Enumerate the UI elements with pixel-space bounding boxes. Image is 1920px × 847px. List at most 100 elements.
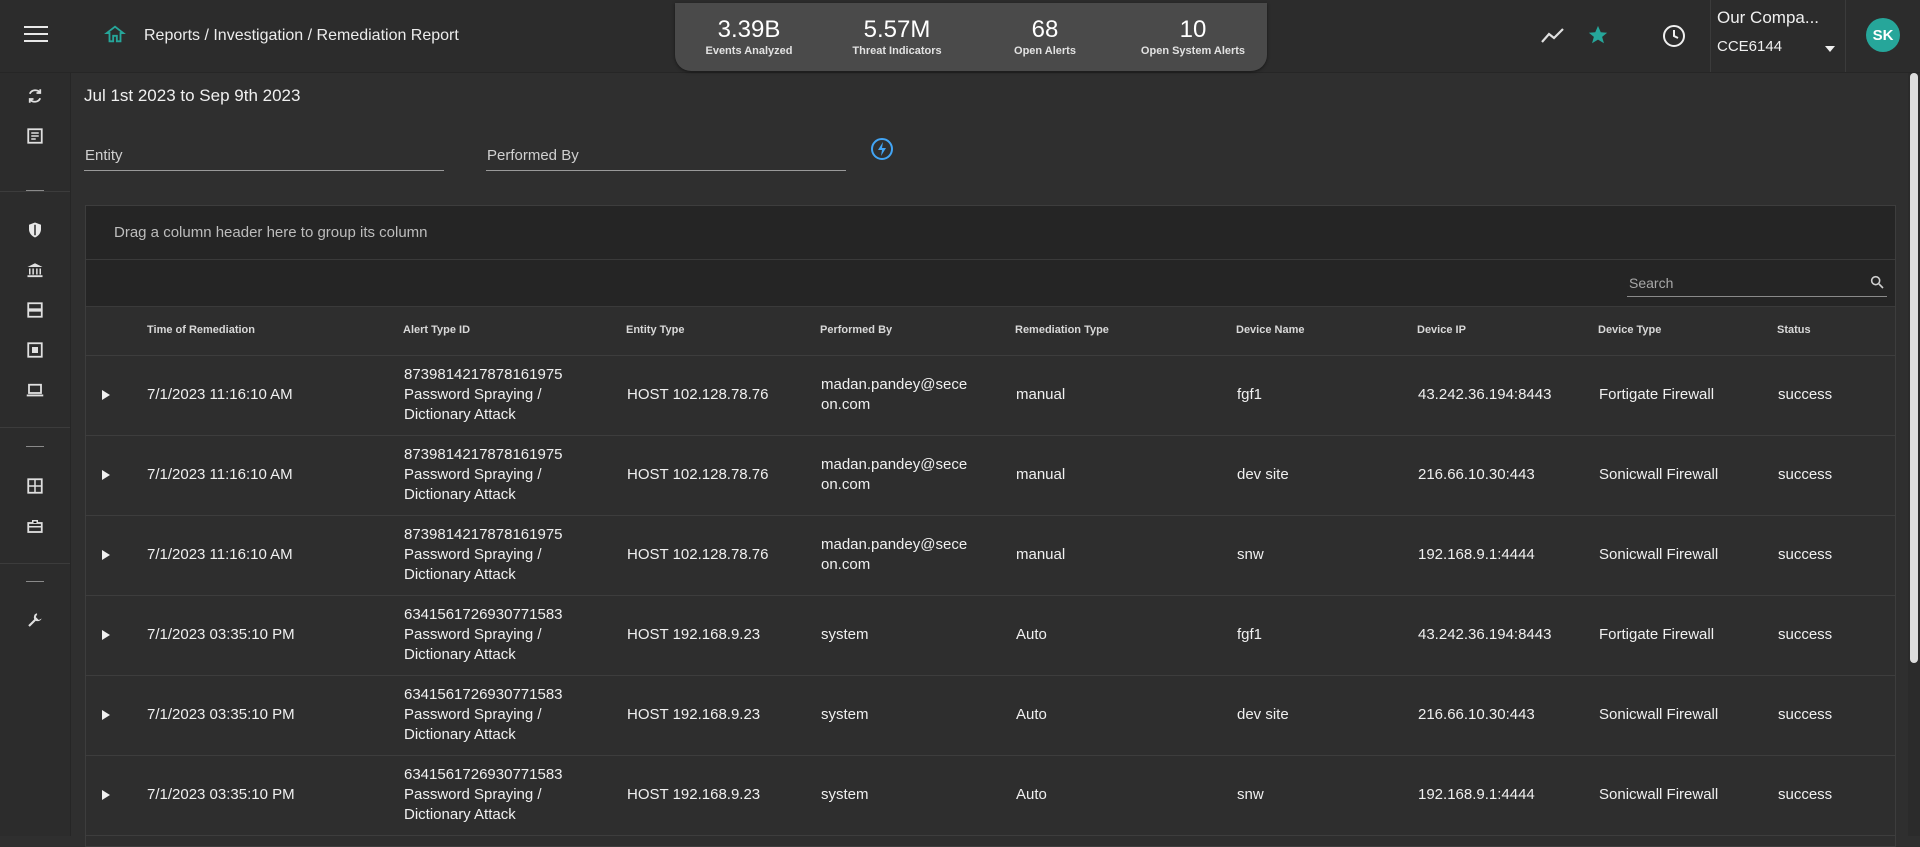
- cell-status: success: [1778, 786, 1833, 803]
- star-icon[interactable]: [1587, 24, 1609, 51]
- search-icon[interactable]: [1869, 274, 1885, 290]
- expand-row-icon[interactable]: [102, 710, 110, 720]
- table-row[interactable]: 7/1/2023 03:35:10 PM 6341561726930771583…: [86, 596, 1895, 676]
- cell-performed-by: madan.pandey@sece on.com: [821, 455, 967, 495]
- cell-device-type: Sonicwall Firewall: [1599, 466, 1719, 483]
- cell-device-ip: 192.168.9.1:4444: [1418, 546, 1535, 563]
- cell-remediation-type: manual: [1016, 466, 1066, 483]
- stat-threat-indicators[interactable]: 5.57M Threat Indicators: [842, 15, 952, 57]
- cell-remediation-type: Auto: [1016, 786, 1047, 803]
- stat-events-analyzed[interactable]: 3.39B Events Analyzed: [694, 17, 804, 57]
- org-name: Our Compa...: [1717, 8, 1820, 27]
- trend-icon[interactable]: [1540, 24, 1566, 53]
- alert-name-line: Password Spraying /: [404, 386, 542, 403]
- grid-header: Time of Remediation Alert Type ID Entity…: [86, 307, 1895, 356]
- alert-name-line: Dictionary Attack: [404, 726, 516, 743]
- column-header-alert-type-id[interactable]: Alert Type ID: [403, 324, 470, 336]
- expand-row-icon[interactable]: [102, 790, 110, 800]
- stat-value: 5.57M: [863, 15, 931, 43]
- clock-icon[interactable]: [1662, 24, 1686, 53]
- search-box[interactable]: [1627, 268, 1887, 298]
- scrollbar-thumb[interactable]: [1910, 73, 1918, 663]
- shield-icon[interactable]: [26, 221, 44, 239]
- report-icon[interactable]: [26, 127, 44, 145]
- alert-name-line: Password Spraying /: [404, 626, 542, 643]
- group-panel[interactable]: Drag a column header here to group its c…: [86, 206, 1895, 260]
- stat-value: 68: [1031, 15, 1059, 43]
- cell-entity: HOST 192.168.9.23: [627, 706, 761, 723]
- wrench-icon[interactable]: [26, 611, 44, 629]
- cell-status: success: [1778, 546, 1833, 563]
- page-scrollbar[interactable]: [1908, 73, 1920, 836]
- chip-icon[interactable]: [26, 341, 44, 359]
- cell-device-name: fgf1: [1237, 386, 1263, 403]
- table-row[interactable]: 7/1/2023 03:35:10 PM 6341561726930771583…: [86, 756, 1895, 836]
- cell-device-ip: 43.242.36.194:8443: [1418, 626, 1552, 643]
- entity-input[interactable]: [84, 140, 446, 170]
- cell-device-name: dev site: [1237, 466, 1289, 483]
- cell-status: success: [1778, 626, 1833, 643]
- stat-open-system-alerts[interactable]: 10 Open System Alerts: [1138, 17, 1248, 57]
- top-bar: Reports / Investigation / Remediation Re…: [0, 0, 1920, 73]
- expand-row-icon[interactable]: [102, 630, 110, 640]
- alert-name-line: Dictionary Attack: [404, 486, 516, 503]
- column-header-time[interactable]: Time of Remediation: [147, 324, 255, 336]
- expand-row-icon[interactable]: [102, 470, 110, 480]
- sidebar-divider: [0, 427, 70, 428]
- cell-remediation-type: Auto: [1016, 706, 1047, 723]
- alert-id: 6341561726930771583: [404, 686, 563, 703]
- alert-name-line: Password Spraying /: [404, 706, 542, 723]
- stat-label: Open System Alerts: [1140, 44, 1246, 57]
- table-row[interactable]: 7/1/2023 03:35:10 PM 6341561726930771583…: [86, 676, 1895, 756]
- dashboard-icon[interactable]: [26, 477, 44, 495]
- cell-time: 7/1/2023 03:35:10 PM: [147, 706, 295, 723]
- refresh-icon[interactable]: [26, 87, 44, 105]
- avatar[interactable]: SK: [1866, 18, 1900, 52]
- expand-row-icon[interactable]: [102, 550, 110, 560]
- alert-id: 6341561726930771583: [404, 606, 563, 623]
- toolbox-icon[interactable]: [26, 517, 44, 535]
- table-row[interactable]: 7/1/2023 11:16:10 AM 8739814217878161975…: [86, 516, 1895, 596]
- alert-name-line: Dictionary Attack: [404, 406, 516, 423]
- date-range[interactable]: Jul 1st 2023 to Sep 9th 2023: [84, 86, 300, 106]
- laptop-icon[interactable]: [26, 381, 44, 399]
- performed-by-field[interactable]: [486, 140, 848, 171]
- bank-icon[interactable]: [26, 261, 44, 279]
- entity-field[interactable]: [84, 140, 446, 171]
- cell-performed-by: madan.pandey@sece on.com: [821, 535, 967, 575]
- cell-alert-type-id: 8739814217878161975 Password Spraying / …: [404, 525, 563, 585]
- column-header-device-ip[interactable]: Device IP: [1417, 324, 1466, 336]
- menu-icon[interactable]: [24, 26, 48, 44]
- home-icon[interactable]: [104, 23, 126, 50]
- performed-by-input[interactable]: [486, 140, 848, 170]
- stat-open-alerts[interactable]: 68 Open Alerts: [990, 15, 1100, 57]
- breadcrumb-path[interactable]: Reports / Investigation / Remediation Re…: [144, 27, 459, 45]
- expand-row-icon[interactable]: [102, 390, 110, 400]
- performed-by-line: madan.pandey@sece: [821, 376, 968, 393]
- cell-entity: HOST 102.128.78.76: [627, 466, 769, 483]
- alert-name-line: Password Spraying /: [404, 786, 542, 803]
- chevron-down-icon: [1825, 46, 1835, 52]
- column-header-performed-by[interactable]: Performed By: [820, 324, 892, 336]
- column-header-device-type[interactable]: Device Type: [1598, 324, 1661, 336]
- cell-entity: HOST 192.168.9.23: [627, 786, 761, 803]
- column-header-status[interactable]: Status: [1777, 324, 1811, 336]
- cell-device-type: Sonicwall Firewall: [1599, 786, 1719, 803]
- storage-icon[interactable]: [26, 301, 44, 319]
- cell-remediation-type: Auto: [1016, 626, 1047, 643]
- alert-id: 8739814217878161975: [404, 526, 563, 543]
- table-row[interactable]: 7/1/2023 11:16:10 AM 8739814217878161975…: [86, 356, 1895, 436]
- column-header-device-name[interactable]: Device Name: [1236, 324, 1305, 336]
- sidebar-divider: [0, 563, 70, 564]
- lightning-icon[interactable]: [870, 137, 894, 161]
- alert-name-line: Dictionary Attack: [404, 806, 516, 823]
- column-header-remediation-type[interactable]: Remediation Type: [1015, 324, 1109, 336]
- cell-time: 7/1/2023 11:16:10 AM: [147, 546, 293, 563]
- column-header-entity-type[interactable]: Entity Type: [626, 324, 684, 336]
- cell-remediation-type: manual: [1016, 386, 1066, 403]
- search-input[interactable]: [1627, 268, 1851, 298]
- organization-selector[interactable]: Our Compa... CCE6144: [1710, 0, 1846, 72]
- cell-entity: HOST 192.168.9.23: [627, 626, 761, 643]
- cell-performed-by: system: [821, 786, 869, 803]
- table-row[interactable]: 7/1/2023 11:16:10 AM 8739814217878161975…: [86, 436, 1895, 516]
